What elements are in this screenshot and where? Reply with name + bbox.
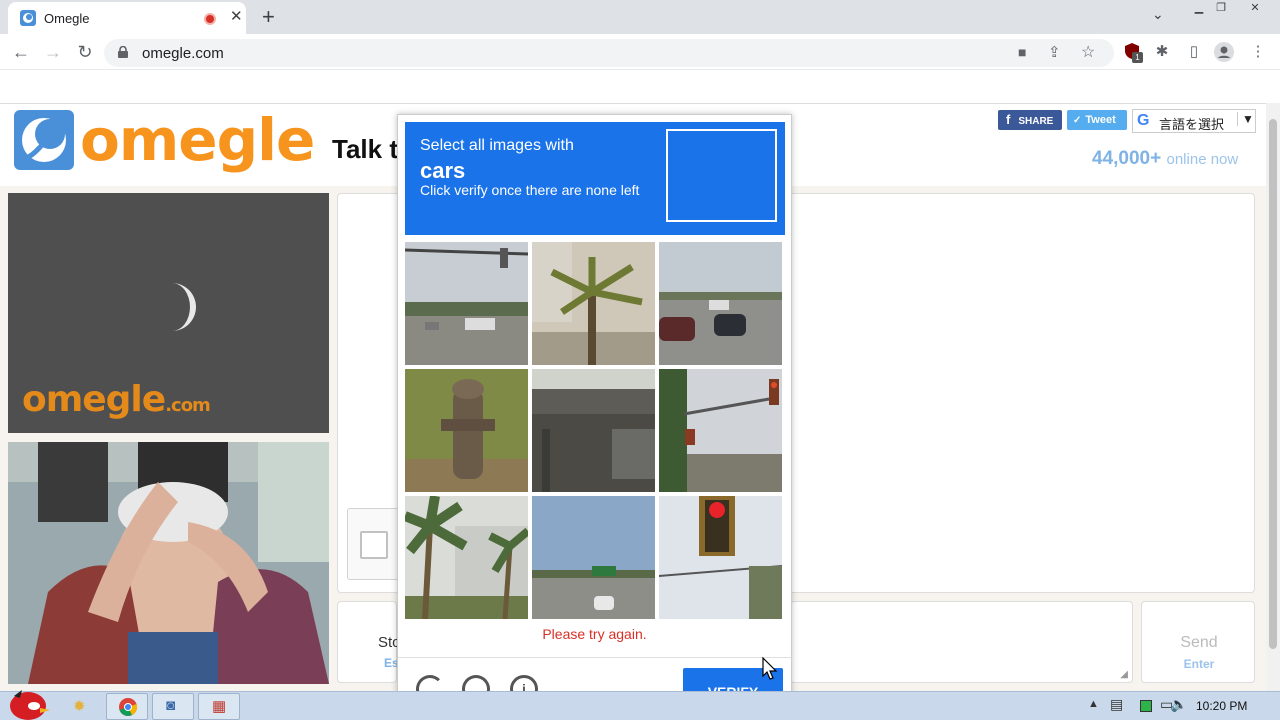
reload-icon[interactable]: ↻ [72,39,98,65]
online-counter: 44,000+ online now [1092,148,1238,170]
address-bar[interactable]: omegle.com ■ ⇪ ☆ [104,39,1114,67]
app-taskbar-icon-2[interactable]: ▦ [198,693,240,720]
recording-indicator-icon [204,13,216,25]
system-tray: ▲ ▤ ▭ 🔈 [1080,692,1280,721]
video-watermark-text: omegle [22,379,166,420]
network-status-icon[interactable] [1140,700,1152,712]
reload-challenge-icon[interactable] [416,675,444,691]
ime-icon[interactable]: ▤ [1110,696,1123,713]
lock-icon [118,46,128,58]
online-label: online now [1166,151,1239,168]
captcha-header: Select all images with cars Click verify… [405,122,785,235]
share-icon[interactable]: ⇪ [1048,43,1061,61]
dropdown-arrow-icon: ▼ [1237,112,1254,126]
chrome-taskbar-icon[interactable] [106,693,148,720]
tab-close-icon[interactable]: ✕ [230,7,243,25]
forward-icon[interactable]: → [40,39,66,65]
extension-badge: 1 [1132,52,1143,63]
ublock-extension-icon[interactable]: 1 [1122,42,1143,63]
recaptcha-challenge: Select all images with cars Click verify… [397,114,792,691]
captcha-tile-1[interactable] [405,242,528,365]
captcha-tile-2[interactable] [532,242,655,365]
omegle-logo-text: omegle [80,106,315,174]
tab-search-chevron-icon[interactable]: ⌄ [1152,6,1164,23]
send-button[interactable]: Send Enter [1141,601,1255,683]
google-g-icon: G [1137,112,1150,129]
scrollbar-thumb[interactable] [1269,119,1277,649]
facebook-share-label: SHARE [1018,116,1054,127]
self-video [8,442,329,684]
stranger-video: omegle.com [8,193,329,433]
video-watermark: omegle.com [22,379,211,420]
tweet-button[interactable]: ✓ Tweet [1067,110,1127,130]
bookmark-star-icon[interactable]: ☆ [1081,42,1095,62]
resize-handle-icon[interactable]: ◢ [1120,669,1128,680]
google-translate-select[interactable]: G 言語を選択 ▼ [1132,109,1256,133]
captcha-subtext: Click verify once there are none left [420,182,640,198]
captcha-tile-5[interactable] [532,369,655,492]
url-text: omegle.com [142,45,224,62]
camera-icon[interactable]: ■ [1018,44,1026,60]
captcha-instruction: Select all images with [420,137,574,154]
webcam-feed-image [8,442,329,684]
help-info-icon[interactable]: i [510,675,538,691]
tab-omegle[interactable]: Omegle ✕ [8,2,246,34]
explorer-taskbar-icon[interactable]: ✹ [60,693,102,720]
extensions-puzzle-icon[interactable]: ✱ [1152,42,1172,62]
twitter-icon: ✓ [1073,115,1082,126]
captcha-example-frame [666,129,777,222]
message-input[interactable]: ◢ [790,601,1133,683]
captcha-tile-9[interactable] [659,496,782,619]
page-scrollbar[interactable] [1266,103,1280,691]
captcha-target: cars [420,158,466,183]
recaptcha-checkbox[interactable] [360,531,388,559]
tab-title: Omegle [44,11,90,26]
back-icon[interactable]: ← [8,39,34,65]
captcha-tile-3[interactable] [659,242,782,365]
tweet-label: Tweet [1085,114,1116,126]
tab-strip: Omegle ✕ + ⌄ ▁ ❐ ✕ [0,0,1280,34]
send-hint: Enter [1183,657,1215,671]
side-panel-icon[interactable]: ▯ [1184,42,1204,62]
facebook-share-button[interactable]: f SHARE [998,110,1062,130]
omegle-logo-icon [14,110,74,170]
captcha-error: Please try again. [542,626,647,642]
browser-menu-icon[interactable]: ⋮ [1248,42,1268,62]
captcha-tile-8[interactable] [532,496,655,619]
tray-expand-icon[interactable]: ▲ [1088,698,1099,710]
audio-challenge-icon[interactable] [462,675,490,691]
recaptcha-anchor[interactable] [347,508,402,580]
facebook-icon: f [1006,112,1011,127]
online-count: 44,000+ [1092,148,1162,169]
video-watermark-suffix: .com [165,395,211,416]
send-label: Send [1180,634,1218,651]
captcha-tile-6[interactable] [659,369,782,492]
profile-avatar-icon[interactable] [1214,42,1234,62]
volume-icon[interactable]: 🔈 [1170,696,1187,713]
window-close-icon[interactable]: ✕ [1240,0,1270,18]
start-button-angry-bird-icon[interactable] [6,686,50,720]
stop-button[interactable]: Sto Es [337,601,401,683]
translate-label: 言語を選択 [1159,117,1225,132]
loading-spinner-icon [172,283,196,331]
omegle-page: omegle Talk t f SHARE ✓ Tweet G 言語を選択 ▼ 44… [0,103,1266,691]
browser-toolbar: ← → ↻ omegle.com ■ ⇪ ☆ 1 ✱ ▯ ⋮ [0,34,1280,70]
captcha-tile-7[interactable] [405,496,528,619]
taskbar-clock[interactable]: 10:20 PM [1196,699,1247,713]
restore-icon[interactable]: ❐ [1206,0,1236,18]
windows-taskbar: ✹ ◙ ▦ ▲ ▤ ▭ 🔈 10:20 PM [0,690,1280,721]
app-taskbar-icon-1[interactable]: ◙ [152,693,194,720]
mouse-cursor-icon [762,657,778,680]
captcha-tile-4[interactable] [405,369,528,492]
captcha-divider [398,657,791,658]
tagline: Talk t [332,134,398,164]
omegle-favicon-icon [20,10,36,26]
new-tab-button[interactable]: + [262,4,275,30]
